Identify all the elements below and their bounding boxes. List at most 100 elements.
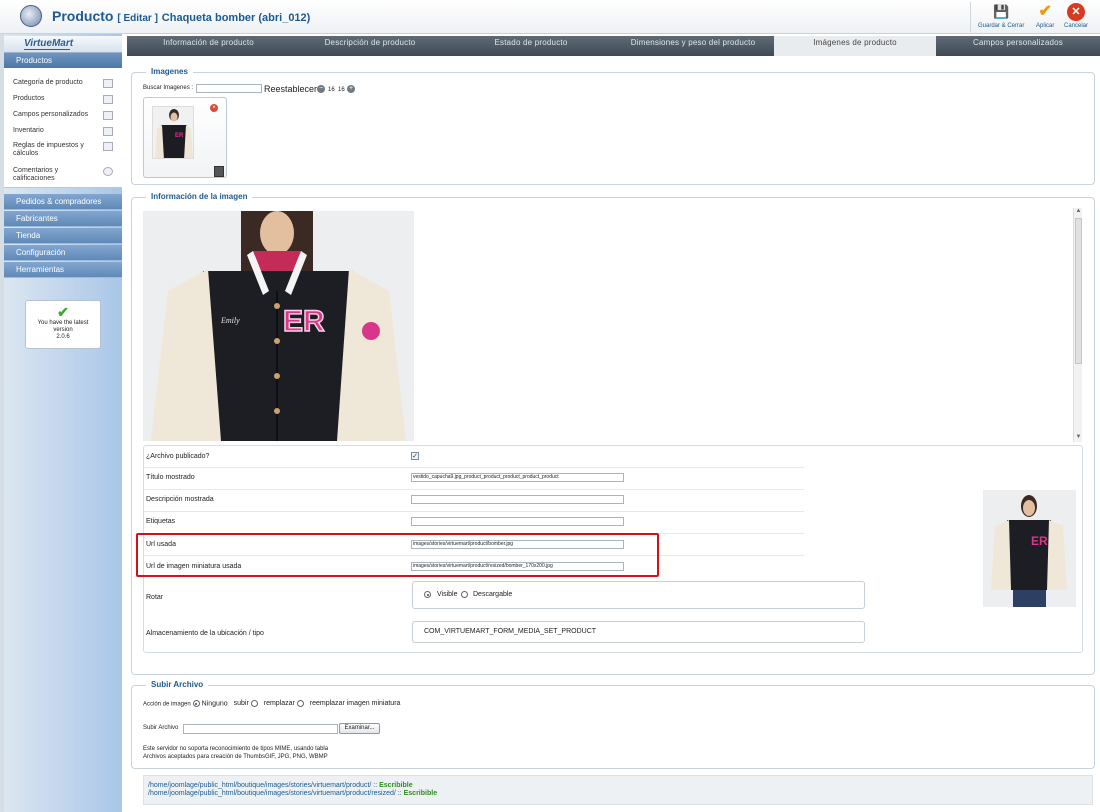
scroll-down-icon[interactable]: ▼ (1074, 434, 1083, 442)
image-thumbnail-card[interactable]: ER × (143, 97, 227, 178)
action-upload-radio[interactable] (250, 700, 258, 707)
row-divider (144, 489, 804, 490)
sidebar-section-configuration[interactable]: Configuración (4, 245, 122, 261)
sidebar-item-label: Productos (13, 95, 45, 102)
checkmark-icon: ✔ (57, 304, 69, 320)
version-line1: You have the latest (37, 320, 89, 326)
action-upload-label: subir (233, 700, 249, 708)
comment-icon (103, 167, 113, 176)
scroll-up-icon[interactable]: ▲ (1074, 208, 1083, 216)
logo-underline (24, 49, 70, 50)
delete-image-icon[interactable]: × (210, 104, 218, 112)
image-scrollbar[interactable]: ▲ ▼ (1073, 208, 1082, 442)
cancel-icon: ✕ (1067, 3, 1085, 21)
sidebar-item-reviews[interactable]: Comentarios y calificaciones (13, 167, 113, 183)
next-page-icon[interactable]: + (347, 85, 355, 93)
reset-button[interactable]: Reestablecer (264, 84, 317, 94)
svg-text:ER: ER (175, 133, 184, 139)
sidebar-item-categories[interactable]: Categoría de producto (13, 79, 113, 88)
sidebar-section-manufacturers[interactable]: Fabricantes (4, 211, 122, 227)
save-close-button[interactable]: 💾 Guardar & Cerrar (978, 3, 1024, 29)
accepted-formats-note: Archivos aceptados para creación de Thum… (143, 754, 328, 760)
virtuemart-logo-text: VirtueMart (24, 38, 74, 49)
title-input[interactable]: vestido_capucha9.jpg_product_product_pro… (411, 473, 624, 482)
row-divider (144, 511, 804, 512)
upload-file-input[interactable] (183, 724, 338, 734)
sidebar-item-tax-rules[interactable]: Reglas de impuestos y cálculos (13, 142, 113, 158)
sidebar-section-tools[interactable]: Herramientas (4, 262, 122, 278)
tab-product-images[interactable]: Imágenes de producto (774, 36, 936, 56)
sidebar-header-products[interactable]: Productos (4, 53, 122, 68)
published-checkbox[interactable]: ✓ (411, 452, 419, 460)
path-1: /home/joomlage/public_html/boutique/imag… (148, 782, 372, 789)
sidebar-item-products[interactable]: Productos (13, 95, 113, 104)
downloadable-radio[interactable] (461, 591, 468, 598)
tab-product-dimensions[interactable]: Dimensiones y peso del producto (612, 36, 774, 56)
action-none-label: Ninguno (201, 700, 228, 708)
version-line2: version (53, 327, 73, 333)
image-action-label: Acción de imagen (143, 701, 191, 708)
sidebar-products-panel: Categoría de producto Productos Campos p… (4, 68, 122, 188)
jacket-photo-drawing: ER Emily (143, 211, 414, 441)
apply-label: Aplicar (1036, 23, 1055, 29)
path-2-status: Escribible (403, 790, 438, 797)
tab-product-info[interactable]: Información de producto (127, 36, 290, 56)
thumbnail-image[interactable]: ER (152, 106, 194, 159)
browse-button[interactable]: Examinar... (339, 723, 380, 734)
save-close-label: Guardar & Cerrar (978, 23, 1025, 29)
sidebar-item-inventory[interactable]: Inventario (13, 127, 113, 136)
search-images-input[interactable] (196, 84, 262, 93)
path-row-2: /home/joomlage/public_html/boutique/imag… (148, 790, 1092, 798)
edit-image-icon[interactable] (214, 166, 224, 177)
action-none-radio[interactable] (192, 700, 200, 707)
sidebar-item-label: Campos personalizados (13, 111, 89, 118)
apply-button[interactable]: ✔ Aplicar (1036, 3, 1054, 29)
search-images-label: Buscar Imagenes : (143, 85, 194, 91)
tab-custom-fields[interactable]: Campos personalizados (936, 36, 1100, 56)
image-action-row: Acción de imagen Ninguno subir remplazar… (143, 700, 400, 707)
cancel-label: Cancelar (1064, 23, 1089, 29)
sidebar-item-label: Comentarios y calificaciones (13, 167, 59, 182)
visible-radio[interactable] (424, 591, 431, 598)
inventory-icon (103, 127, 113, 136)
sidebar-section-orders[interactable]: Pedidos & compradores (4, 194, 122, 210)
image-info-legend: Información de la imagen (146, 192, 253, 201)
action-replace-label: remplazar (263, 700, 295, 708)
title-label: Título mostrado (146, 474, 195, 481)
tags-input[interactable] (411, 517, 624, 526)
sidebar-section-store[interactable]: Tienda (4, 228, 122, 244)
published-label: ¿Archivo publicado? (146, 453, 210, 460)
row-divider (144, 467, 804, 468)
sidebar-item-label: Inventario (13, 127, 44, 134)
tab-product-description[interactable]: Descripción de producto (290, 36, 450, 56)
storage-label: Almacenamiento de la ubicación / tipo (146, 630, 264, 637)
page-title-product: Chaqueta bomber (abri_012) (161, 12, 311, 24)
header: Producto [ Editar ] Chaqueta bomber (abr… (0, 0, 1100, 34)
products-icon (103, 95, 113, 104)
path-row-1: /home/joomlage/public_html/boutique/imag… (148, 782, 1092, 790)
page-title-mode: [ Editar ] (117, 13, 158, 24)
storage-value: COM_VIRTUEMART_FORM_MEDIA_SET_PRODUCT (412, 621, 865, 643)
scroll-thumb[interactable] (1075, 218, 1082, 364)
svg-text:ER: ER (283, 305, 325, 338)
description-input[interactable] (411, 495, 624, 504)
sidebar-item-label: Reglas de impuestos y cálculos (13, 142, 84, 157)
category-icon (103, 79, 113, 88)
tab-product-status[interactable]: Estado de producto (450, 36, 612, 56)
virtuemart-logo: VirtueMart (4, 36, 122, 53)
sidebar-item-custom-fields[interactable]: Campos personalizados (13, 111, 113, 120)
page-title: Producto [ Editar ] Chaqueta bomber (abr… (52, 8, 310, 24)
save-icon: 💾 (993, 4, 1010, 19)
upload-file-label: Subir Archivo (143, 725, 179, 731)
description-label: Descripción mostrada (146, 496, 214, 503)
main-product-image: ER Emily (143, 211, 414, 441)
joomla-logo-icon (20, 5, 42, 27)
cancel-button[interactable]: ✕ Cancelar (1064, 3, 1088, 29)
sidebar: VirtueMart Productos Categoría de produc… (4, 34, 122, 812)
previous-page-icon[interactable]: − (317, 85, 325, 93)
toolbar-separator (970, 2, 971, 32)
pager-right-count: 16 (338, 87, 345, 93)
action-replace-radio[interactable] (296, 700, 304, 707)
path-separator: :: (371, 782, 380, 789)
path-2: /home/joomlage/public_html/boutique/imag… (148, 790, 396, 797)
